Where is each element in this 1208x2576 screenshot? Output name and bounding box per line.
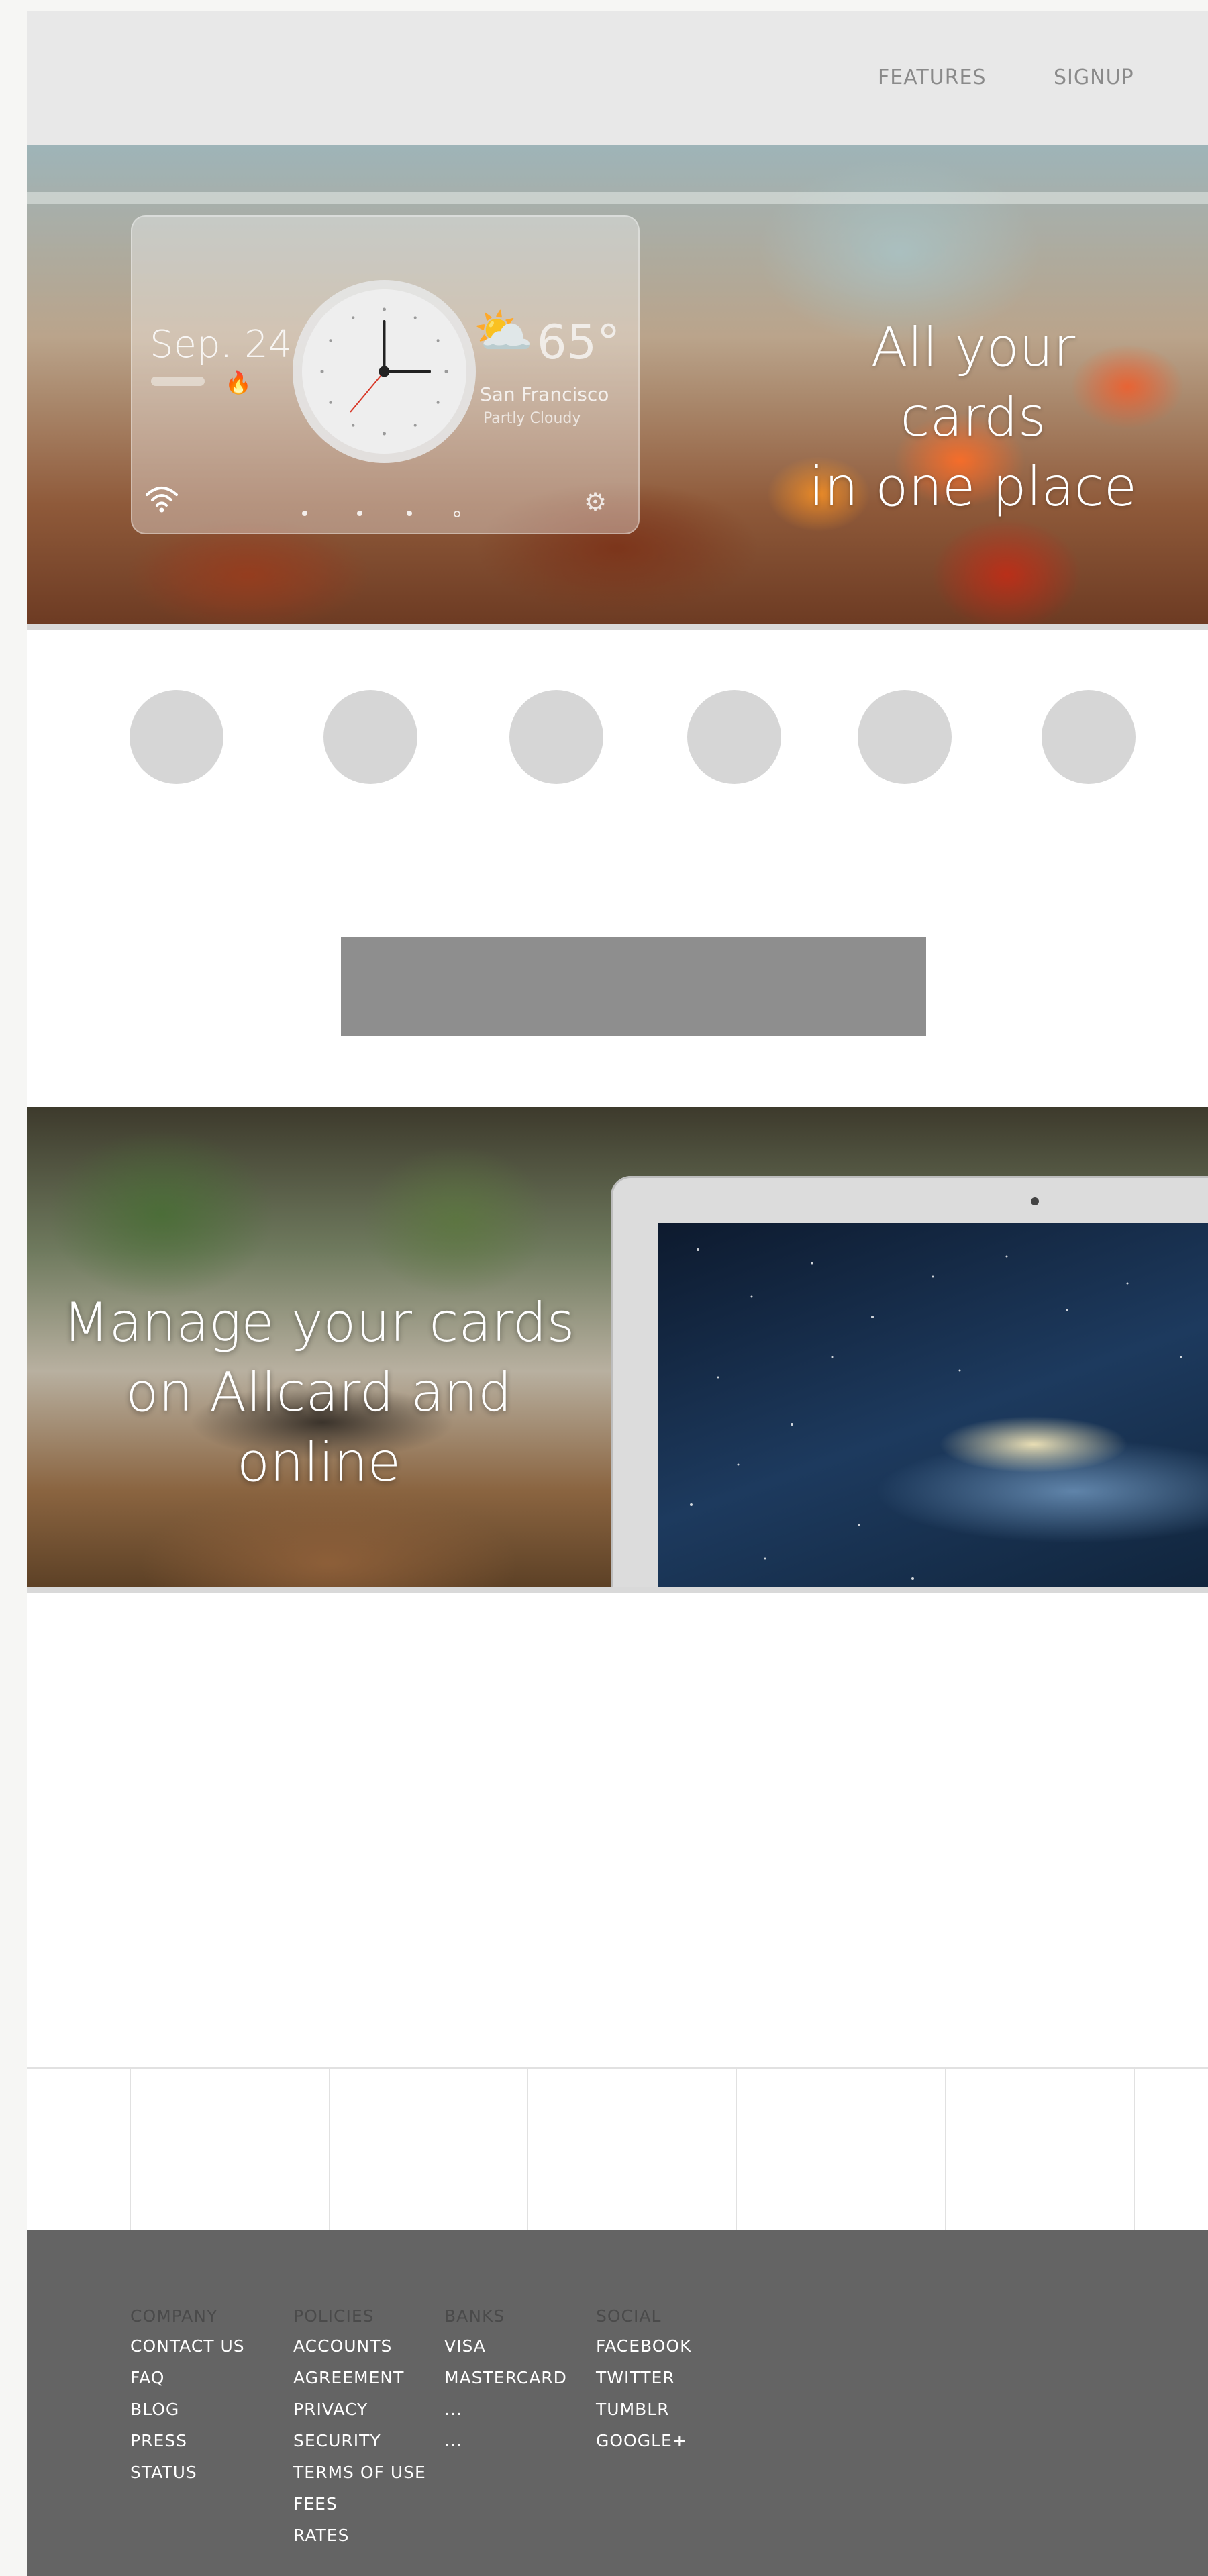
- starfield: [690, 1248, 1182, 1580]
- footer-heading: BANKS: [444, 2306, 505, 2326]
- phone-widget-mockup: Sep. 24 🔥 ⛅ 65° San Francisco Partly Clo…: [131, 215, 640, 534]
- footer-link-visa[interactable]: VISA: [444, 2338, 567, 2355]
- footer-link-twitter[interactable]: TWITTER: [596, 2369, 691, 2386]
- page-dot: [407, 511, 412, 516]
- footer-column-social: SOCIAL FACEBOOK TWITTER TUMBLR GOOGLE+: [596, 2306, 691, 2465]
- hero2-headline-line1: Manage your cards: [62, 1291, 575, 1354]
- page: FEATURES SIGNUP Sep. 24 🔥 ⛅ 65° San Fran…: [27, 11, 1208, 2576]
- footer-link-facebook[interactable]: FACEBOOK: [596, 2338, 691, 2355]
- widget-condition: Partly Cloudy: [483, 410, 581, 427]
- footer-link-privacy[interactable]: PRIVACY: [293, 2401, 426, 2418]
- footer-link-blog[interactable]: BLOG: [130, 2401, 245, 2418]
- feature-circle-placeholder: [509, 690, 603, 784]
- footer-column-policies: POLICIES ACCOUNTS AGREEMENT PRIVACY SECU…: [293, 2306, 426, 2560]
- hero-banner-manage: Manage your cards on Allcard and online: [27, 1107, 1208, 1587]
- footer-link-accounts[interactable]: ACCOUNTS: [293, 2338, 426, 2355]
- search-dot-icon: [454, 511, 460, 517]
- hero2-headline: Manage your cards on Allcard and online: [54, 1288, 584, 1497]
- hero-headline: All your cards in one place: [805, 313, 1141, 522]
- section-divider: [27, 1587, 1208, 1593]
- logo-cell-divider: [130, 2069, 131, 2230]
- section-divider: [27, 624, 1208, 630]
- hero2-headline-line2: on Allcard and online: [125, 1361, 512, 1493]
- footer-link-status[interactable]: STATUS: [130, 2464, 245, 2481]
- gear-icon: ⚙: [584, 489, 607, 517]
- site-header: FEATURES SIGNUP: [27, 11, 1208, 145]
- logo-cell-divider: [1134, 2069, 1135, 2230]
- footer-link-more[interactable]: ...: [444, 2401, 567, 2418]
- logo-cell-divider: [945, 2069, 946, 2230]
- logo-cell-divider: [527, 2069, 528, 2230]
- site-footer: COMPANY CONTACT US FAQ BLOG PRESS STATUS…: [27, 2230, 1208, 2576]
- footer-link-terms-of-use[interactable]: TERMS OF USE: [293, 2464, 426, 2481]
- nav-signup-link[interactable]: SIGNUP: [1054, 66, 1134, 89]
- footer-link-fees[interactable]: FEES: [293, 2495, 426, 2512]
- feature-circle-placeholder: [323, 690, 417, 784]
- footer-link-rates[interactable]: RATES: [293, 2527, 426, 2544]
- footer-heading: COMPANY: [130, 2306, 218, 2326]
- widget-date: Sep. 24: [150, 323, 293, 366]
- feature-circle-placeholder: [687, 690, 781, 784]
- laptop-mockup: [611, 1176, 1208, 1587]
- feature-circle-placeholder: [1042, 690, 1136, 784]
- footer-link-google-plus[interactable]: GOOGLE+: [596, 2432, 691, 2449]
- clock-face: [320, 307, 448, 436]
- partner-logos-strip: [27, 2067, 1208, 2230]
- camera-icon: [1031, 1197, 1039, 1205]
- page-indicator-dots: [302, 511, 476, 517]
- footer-link-mastercard[interactable]: MASTERCARD: [444, 2369, 567, 2386]
- partly-cloudy-icon: ⛅: [473, 305, 534, 358]
- nav-features-link[interactable]: FEATURES: [878, 66, 987, 89]
- wifi-icon: [144, 484, 179, 520]
- hero-headline-line1: All your cards: [870, 316, 1076, 448]
- footer-link-more[interactable]: ...: [444, 2432, 567, 2449]
- footer-column-company: COMPANY CONTACT US FAQ BLOG PRESS STATUS: [130, 2306, 245, 2497]
- footer-link-agreement[interactable]: AGREEMENT: [293, 2369, 426, 2386]
- footer-link-security[interactable]: SECURITY: [293, 2432, 426, 2449]
- footer-link-faq[interactable]: FAQ: [130, 2369, 245, 2386]
- wifi-glyph: [146, 487, 178, 513]
- background-shelf: [27, 192, 1208, 204]
- feature-circle-placeholder: [858, 690, 952, 784]
- widget-date-subtext: [151, 377, 205, 386]
- footer-link-contact-us[interactable]: CONTACT US: [130, 2338, 245, 2355]
- clock-icon: [302, 289, 466, 454]
- widget-temperature: 65°: [537, 315, 621, 370]
- page-dot: [357, 511, 362, 516]
- footer-heading: SOCIAL: [596, 2306, 662, 2326]
- cta-button-placeholder[interactable]: [341, 937, 926, 1036]
- footer-heading: POLICIES: [293, 2306, 374, 2326]
- logo-cell-divider: [329, 2069, 330, 2230]
- footer-link-tumblr[interactable]: TUMBLR: [596, 2401, 691, 2418]
- footer-column-banks: BANKS VISA MASTERCARD ... ...: [444, 2306, 567, 2465]
- hero-banner-cards: Sep. 24 🔥 ⛅ 65° San Francisco Partly Clo…: [27, 145, 1208, 624]
- logo-cell-divider: [736, 2069, 737, 2230]
- laptop-screen-galaxy: [658, 1223, 1208, 1587]
- flame-icon: 🔥: [225, 370, 252, 395]
- feature-circle-placeholder: [130, 690, 223, 784]
- widget-city: San Francisco: [480, 383, 609, 405]
- footer-link-press[interactable]: PRESS: [130, 2432, 245, 2449]
- page-dot: [302, 511, 307, 516]
- hero-headline-line2: in one place: [809, 456, 1137, 518]
